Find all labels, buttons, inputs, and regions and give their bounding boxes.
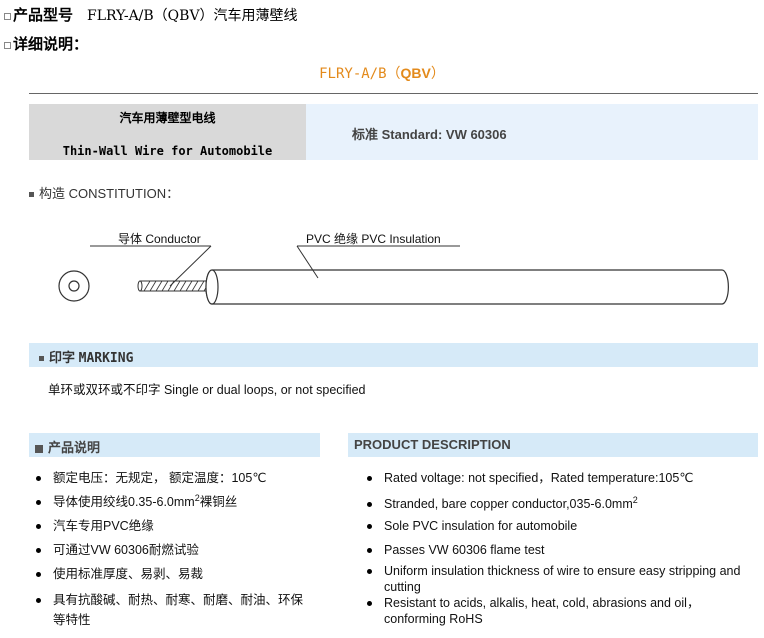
conductor-leader <box>169 245 212 287</box>
details-label: 详细说明： <box>13 35 89 53</box>
checkbox-icon <box>4 42 11 49</box>
product-model-row: 产品型号 FLRY-A/B（QBV）汽车用薄壁线 <box>4 4 298 25</box>
list-item: Stranded, bare copper conductor,035-6.0m… <box>367 495 638 512</box>
marking-text: 单环或双环或不印字 Single or dual loops, or not s… <box>48 383 366 397</box>
insulation-label: PVC 绝缘 PVC Insulation <box>306 231 441 246</box>
square-bullet-icon <box>29 192 34 198</box>
list-item: 汽车专用PVC绝缘 <box>36 518 154 534</box>
list-item: Passes VW 60306 flame test <box>367 542 545 558</box>
insulation-jacket <box>205 269 729 305</box>
banner-standard-panel: 标准 Standard: VW 60306 <box>306 104 758 160</box>
square-bullet-icon <box>39 356 44 362</box>
divider <box>29 93 758 94</box>
description-cn-bar: 产品说明 <box>29 433 320 457</box>
banner-title-panel: 汽车用薄壁型电线 Thin-Wall Wire for Automobile <box>29 104 306 160</box>
list-item: Uniform insulation thickness of wire to … <box>367 563 744 595</box>
list-item: Sole PVC insulation for automobile <box>367 518 577 534</box>
list-item: Rated voltage: not specified，Rated tempe… <box>367 470 693 486</box>
list-item: 可通过VW 60306耐燃试验 <box>36 542 199 558</box>
product-label: 产品型号 <box>13 6 74 24</box>
marking-label-en: MARKING <box>78 351 134 366</box>
marking-bar: 印字 MARKING <box>29 343 758 367</box>
description-cn-title: 产品说明 <box>48 440 101 455</box>
description-en-bar: PRODUCT DESCRIPTION <box>348 433 758 457</box>
square-bullet-icon <box>35 444 43 453</box>
document-title: FLRY-A/B（QBV） <box>319 65 445 82</box>
list-item: 导体使用绞线0.35-6.0mm2裸铜丝 <box>36 493 237 510</box>
product-model: FLRY-A/B（QBV）汽车用薄壁线 <box>87 7 298 24</box>
banner-cn-title: 汽车用薄壁型电线 <box>119 111 216 125</box>
conductor-label: 导体 Conductor <box>118 232 201 246</box>
list-item: 额定电压：无规定， 额定温度：105℃ <box>36 470 266 486</box>
marking-label-cn: 印字 <box>49 350 79 365</box>
cross-section-outer <box>58 270 90 302</box>
banner-en-title: Thin-Wall Wire for Automobile <box>62 144 273 158</box>
wire-construction-diagram: 导体 Conductor PVC 绝缘 PVC Insulation <box>58 231 729 305</box>
details-row: 详细说明： <box>4 33 88 54</box>
description-en-title: PRODUCT DESCRIPTION <box>354 437 511 452</box>
list-item: 具有抗酸碱、耐热、耐寒、耐磨、耐油、环保等特性 <box>36 590 303 630</box>
cross-section-inner <box>68 280 80 292</box>
checkbox-icon <box>4 13 11 20</box>
standard-text: 标准 Standard: VW 60306 <box>352 127 507 142</box>
list-item: 使用标准厚度、易剥、易裁 <box>36 566 203 582</box>
construction-heading: 构造 CONSTITUTION： <box>29 183 179 202</box>
list-item: Resistant to acids, alkalis, heat, cold,… <box>367 595 744 627</box>
